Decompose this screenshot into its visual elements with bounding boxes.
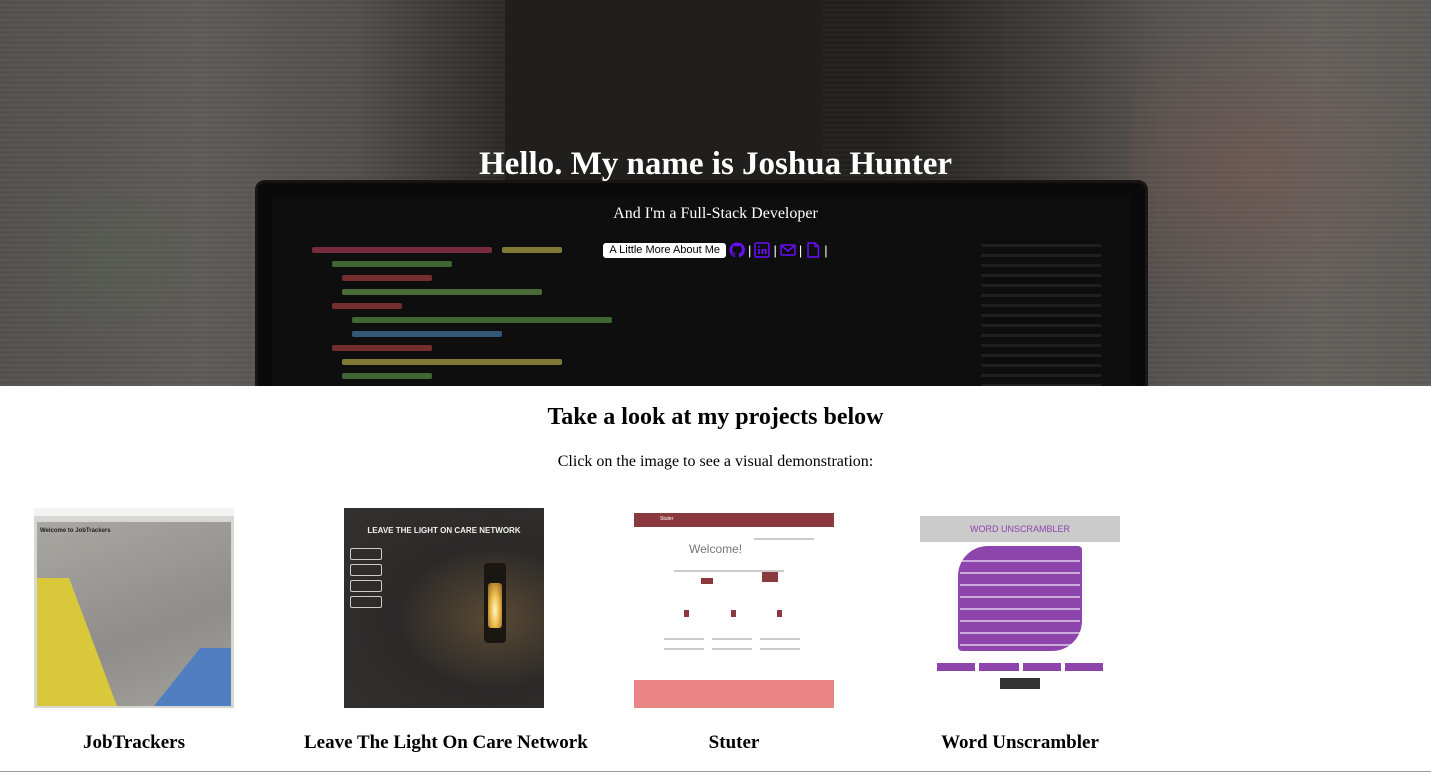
- link-separator: |: [798, 242, 803, 258]
- project-card-stuter: Stuter Welcome! Stuter: [634, 508, 834, 754]
- thumb-button: [1022, 662, 1062, 672]
- projects-heading: Take a look at my projects below: [547, 404, 884, 430]
- thumb-nav-button: [350, 564, 382, 576]
- project-thumbnail-word-unscrambler[interactable]: WORD UNSCRAMBLER: [920, 508, 1120, 708]
- thumb-feature-icon: [777, 610, 782, 617]
- project-card-word-unscrambler: WORD UNSCRAMBLER Word Unscrambler: [920, 508, 1120, 754]
- hero-content: Hello. My name is Joshua Hunter And I'm …: [0, 0, 1431, 386]
- linkedin-icon[interactable]: [754, 242, 771, 258]
- thumb-text-line: [712, 648, 752, 650]
- thumb-text-line: [664, 638, 704, 640]
- thumb-browser-bar: [34, 508, 234, 516]
- hero-links: A Little More About Me | | | |: [0, 240, 1431, 260]
- thumb-text-lines: [960, 552, 1080, 646]
- projects-subheading: Click on the image to see a visual demon…: [557, 453, 874, 470]
- thumb-button: [1064, 662, 1104, 672]
- hero-subtitle: And I'm a Full-Stack Developer: [613, 205, 818, 222]
- project-title: Leave The Light On Care Network: [304, 732, 588, 753]
- thumb-brand: Stuter: [660, 516, 674, 522]
- link-separator: |: [824, 242, 828, 258]
- hero-banner: Hello. My name is Joshua Hunter And I'm …: [0, 0, 1431, 386]
- github-icon[interactable]: [729, 242, 745, 258]
- thumb-welcome: Welcome!: [689, 542, 743, 556]
- thumb-feature-icon: [684, 610, 689, 617]
- thumb-feature-icon: [731, 610, 736, 617]
- thumb-red-button: [701, 578, 713, 584]
- link-separator: |: [748, 242, 752, 258]
- thumb-text-line: [664, 648, 704, 650]
- project-card-leave-the-light-on: LEAVE THE LIGHT ON CARE NETWORK Leave Th…: [304, 508, 588, 754]
- project-thumbnail-jobtrackers[interactable]: Welcome to JobTrackers: [34, 508, 234, 708]
- thumb-text-line: [754, 538, 814, 540]
- page-bottom-divider: [0, 771, 1431, 772]
- project-title: Word Unscrambler: [941, 732, 1099, 753]
- thumb-footer: [634, 680, 834, 708]
- thumb-dark-button: [1000, 678, 1040, 689]
- project-card-jobtrackers: Welcome to JobTrackers JobTrackers: [34, 508, 234, 754]
- thumb-heading: Welcome to JobTrackers: [40, 528, 111, 534]
- about-me-button[interactable]: A Little More About Me: [603, 242, 727, 258]
- thumb-text-line: [760, 648, 800, 650]
- project-title: JobTrackers: [82, 732, 186, 753]
- thumb-heading: WORD UNSCRAMBLER: [969, 524, 1070, 534]
- thumb-button: [978, 662, 1020, 672]
- thumb-nav-button: [350, 548, 382, 560]
- thumb-button: [936, 662, 976, 672]
- hero-title: Hello. My name is Joshua Hunter: [478, 146, 952, 182]
- thumb-text-line: [760, 638, 800, 640]
- project-thumbnail-stuter[interactable]: Stuter Welcome!: [634, 508, 834, 708]
- thumb-red-button: [762, 572, 778, 582]
- thumb-nav-button: [350, 596, 382, 608]
- thumb-lantern-light: [488, 583, 502, 628]
- thumb-nav-button: [350, 580, 382, 592]
- thumb-logo: LEAVE THE LIGHT ON CARE NETWORK: [367, 526, 521, 535]
- email-icon[interactable]: [780, 242, 796, 258]
- project-thumbnail-leave-the-light-on[interactable]: LEAVE THE LIGHT ON CARE NETWORK: [344, 508, 544, 708]
- link-separator: |: [773, 242, 777, 258]
- thumb-text-line: [712, 638, 752, 640]
- resume-icon[interactable]: [805, 242, 821, 258]
- project-title: Stuter: [708, 732, 760, 753]
